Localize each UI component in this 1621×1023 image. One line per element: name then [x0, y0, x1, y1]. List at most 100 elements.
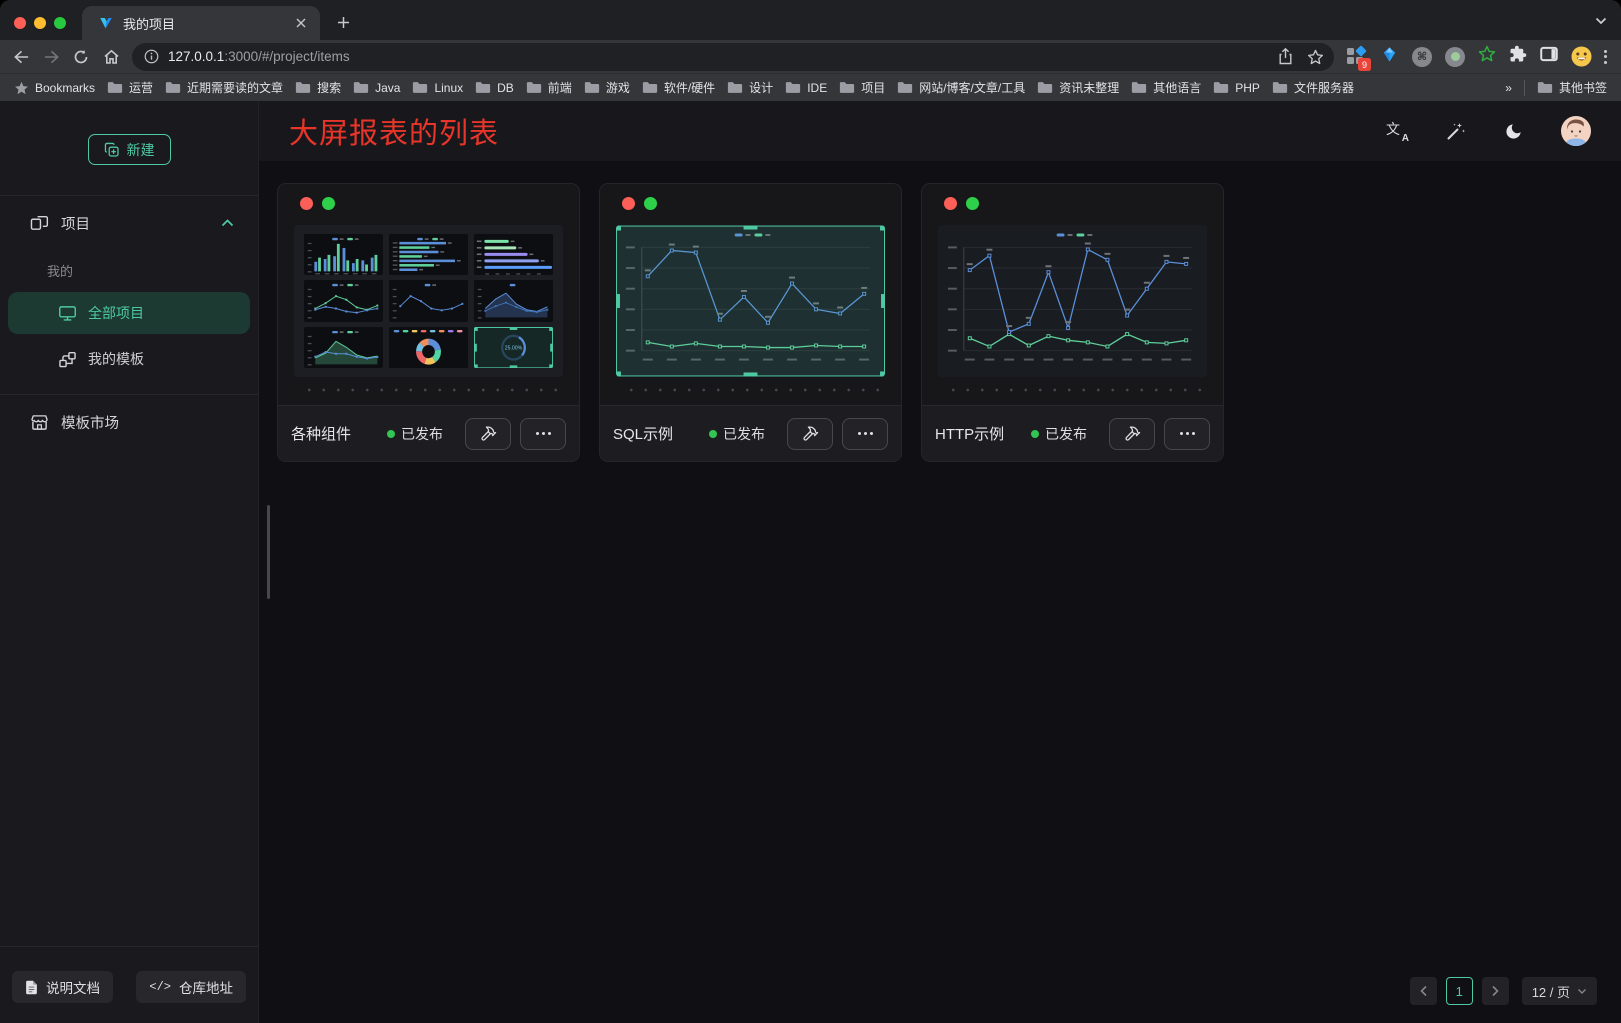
profile-avatar-icon[interactable] — [1571, 46, 1592, 67]
home-button[interactable] — [96, 43, 126, 71]
mini-chart-capsules — [474, 234, 553, 275]
mini-chart-areab — [474, 280, 553, 321]
card-footer: HTTP示例 已发布 — [922, 405, 1223, 461]
minimize-window-button[interactable] — [34, 17, 46, 29]
extension-squares-icon[interactable]: 9 — [1346, 46, 1367, 67]
extension-gem-icon[interactable] — [1380, 45, 1399, 69]
hammer-icon — [1124, 425, 1141, 442]
bookmark-folder[interactable]: DB — [475, 81, 514, 95]
repo-button[interactable]: </> 仓库地址 — [136, 971, 246, 1003]
language-icon[interactable]: 文A — [1386, 121, 1408, 141]
url-text: 127.0.0.1:3000/#/project/items — [168, 49, 1263, 64]
more-actions-button[interactable] — [520, 418, 566, 450]
bookmark-folder[interactable]: 游戏 — [584, 79, 630, 96]
bookmark-folder[interactable]: 资讯未整理 — [1037, 79, 1119, 96]
hammer-icon — [802, 425, 819, 442]
dotted-separator — [300, 388, 557, 392]
bookmark-folder[interactable]: Java — [353, 81, 400, 95]
bookmark-folder[interactable]: 项目 — [839, 79, 885, 96]
browser-tab[interactable]: 我的项目 — [82, 6, 320, 40]
sidebar-item-all-projects[interactable]: 全部项目 — [8, 292, 250, 334]
bookmark-star-icon[interactable] — [1302, 44, 1328, 70]
star-icon — [14, 81, 29, 95]
browser-toolbar: 127.0.0.1:3000/#/project/items 9 ⌘ — [0, 40, 1621, 73]
project-card[interactable]: HTTP示例 已发布 — [921, 183, 1224, 462]
zoom-window-button[interactable] — [54, 17, 66, 29]
storefront-icon — [30, 414, 49, 431]
status-badge: 已发布 — [387, 424, 443, 444]
close-window-button[interactable] — [14, 17, 26, 29]
bookmark-folder[interactable]: 近期需要读的文章 — [165, 79, 283, 96]
bookmark-folder[interactable]: Linux — [412, 81, 463, 95]
bookmark-folder[interactable]: 其他语言 — [1131, 79, 1201, 96]
bookmark-folder[interactable]: 前端 — [526, 79, 572, 96]
edit-project-button[interactable] — [465, 418, 511, 450]
bookmark-folder[interactable]: PHP — [1213, 81, 1260, 95]
more-actions-button[interactable] — [1164, 418, 1210, 450]
browser-menu-icon[interactable] — [1602, 50, 1615, 64]
tab-close-icon[interactable] — [292, 14, 310, 32]
extension-recorder-icon[interactable] — [1445, 47, 1465, 67]
extension-green-star-icon[interactable] — [1478, 45, 1496, 68]
code-icon: </> — [149, 980, 171, 994]
sidebar-item-my-templates[interactable]: 我的模板 — [8, 338, 250, 380]
next-page-button[interactable] — [1482, 977, 1509, 1005]
project-card[interactable]: 25.00% 各种组件 已发布 — [277, 183, 580, 462]
bookmark-folder[interactable]: 搜索 — [295, 79, 341, 96]
side-panel-icon[interactable] — [1540, 46, 1558, 67]
ellipsis-icon — [1180, 432, 1195, 435]
back-button[interactable] — [6, 43, 36, 71]
ellipsis-icon — [858, 432, 873, 435]
project-preview-thumbnail[interactable] — [938, 225, 1207, 377]
project-card[interactable]: SQL示例 已发布 — [599, 183, 902, 462]
extensions-puzzle-icon[interactable] — [1509, 45, 1527, 68]
bookmark-folder[interactable]: 软件/硬件 — [642, 79, 715, 96]
url-bar[interactable]: 127.0.0.1:3000/#/project/items — [132, 43, 1334, 71]
bookmark-folder[interactable]: IDE — [785, 81, 827, 95]
chevron-up-icon[interactable] — [221, 215, 234, 231]
copy-plus-icon — [104, 142, 120, 158]
project-title: SQL示例 — [613, 423, 673, 444]
more-actions-button[interactable] — [842, 418, 888, 450]
dark-mode-moon-icon[interactable] — [1504, 122, 1523, 141]
sidebar-item-template-market[interactable]: 模板市场 — [0, 395, 258, 449]
bookmark-folder[interactable]: 运营 — [107, 79, 153, 96]
edit-project-button[interactable] — [787, 418, 833, 450]
red-dot — [622, 197, 635, 210]
user-avatar[interactable] — [1561, 116, 1591, 146]
share-icon[interactable] — [1272, 44, 1298, 70]
bookmarks-divider — [1524, 80, 1525, 96]
bookmark-folder[interactable]: 网站/博客/文章/工具 — [897, 79, 1025, 96]
bookmarks-root[interactable]: Bookmarks — [14, 81, 95, 95]
tab-search-chevron-icon[interactable] — [1595, 12, 1607, 30]
edit-project-button[interactable] — [1109, 418, 1155, 450]
page-size-select[interactable]: 12 / 页 — [1522, 977, 1597, 1005]
tab-favicon — [98, 15, 114, 31]
status-dot — [1031, 430, 1039, 438]
scrollbar-thumb[interactable] — [267, 505, 270, 599]
project-preview-thumbnail[interactable]: 25.00% — [294, 225, 563, 377]
green-dot — [322, 197, 335, 210]
bookmark-folder[interactable]: 文件服务器 — [1272, 79, 1354, 96]
forward-button[interactable] — [36, 43, 66, 71]
other-bookmarks[interactable]: 其他书签 — [1537, 79, 1607, 96]
project-preview-thumbnail[interactable] — [616, 225, 885, 377]
hammer-icon — [480, 425, 497, 442]
docs-button[interactable]: 说明文档 — [12, 971, 113, 1003]
dotted-separator — [944, 388, 1201, 392]
prev-page-button[interactable] — [1410, 977, 1437, 1005]
extension-icons: 9 ⌘ — [1342, 45, 1602, 69]
magic-wand-icon[interactable] — [1446, 121, 1466, 141]
new-tab-button[interactable] — [328, 7, 358, 37]
project-title: 各种组件 — [291, 423, 351, 444]
reload-button[interactable] — [66, 43, 96, 71]
bookmark-folder[interactable]: 设计 — [727, 79, 773, 96]
site-info-icon[interactable] — [144, 49, 159, 64]
bookmarks-overflow-chevron[interactable]: » — [1505, 81, 1512, 95]
extension-command-icon[interactable]: ⌘ — [1412, 47, 1432, 67]
current-page-button[interactable]: 1 — [1446, 977, 1473, 1005]
new-project-button[interactable]: 新建 — [88, 134, 171, 165]
sidebar-item-projects[interactable]: 项目 — [0, 196, 258, 250]
chevron-down-icon — [1577, 988, 1587, 995]
project-card-list: 25.00% 各种组件 已发布 — [259, 161, 1621, 462]
